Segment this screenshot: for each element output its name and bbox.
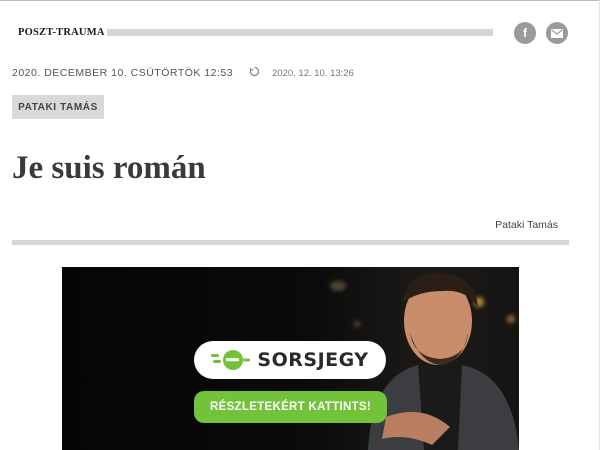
- email-share-button[interactable]: [546, 22, 568, 44]
- facebook-icon: f: [523, 26, 527, 40]
- author-byline[interactable]: Pataki Tamás: [495, 219, 558, 231]
- bokeh-light: [330, 281, 346, 291]
- facebook-share-button[interactable]: f: [514, 22, 536, 44]
- updated-date: 2020. 12. 10. 13:26: [272, 68, 354, 79]
- advertisement-banner[interactable]: SORSJEGY RÉSZLETEKÉRT KATTINTS!: [62, 267, 519, 450]
- brand-name: SORSJEGY: [257, 349, 369, 371]
- refresh-icon: [249, 66, 260, 80]
- mail-icon: [551, 28, 563, 38]
- section-bar: [107, 29, 493, 36]
- brand-logo-pill[interactable]: SORSJEGY: [194, 341, 386, 379]
- top-border: [0, 0, 600, 1]
- divider: [12, 240, 569, 245]
- section-label[interactable]: POSZT-TRAUMA: [18, 27, 105, 38]
- author-tag[interactable]: PATAKI TAMÁS: [12, 95, 104, 119]
- e-logo-icon: [211, 350, 251, 370]
- publish-date: 2020. DECEMBER 10. CSÜTÖRTÖK 12:53: [12, 67, 234, 79]
- cta-button[interactable]: RÉSZLETEKÉRT KATTINTS!: [194, 391, 387, 423]
- article-title: Je suis román: [12, 150, 206, 186]
- bokeh-light: [354, 321, 360, 327]
